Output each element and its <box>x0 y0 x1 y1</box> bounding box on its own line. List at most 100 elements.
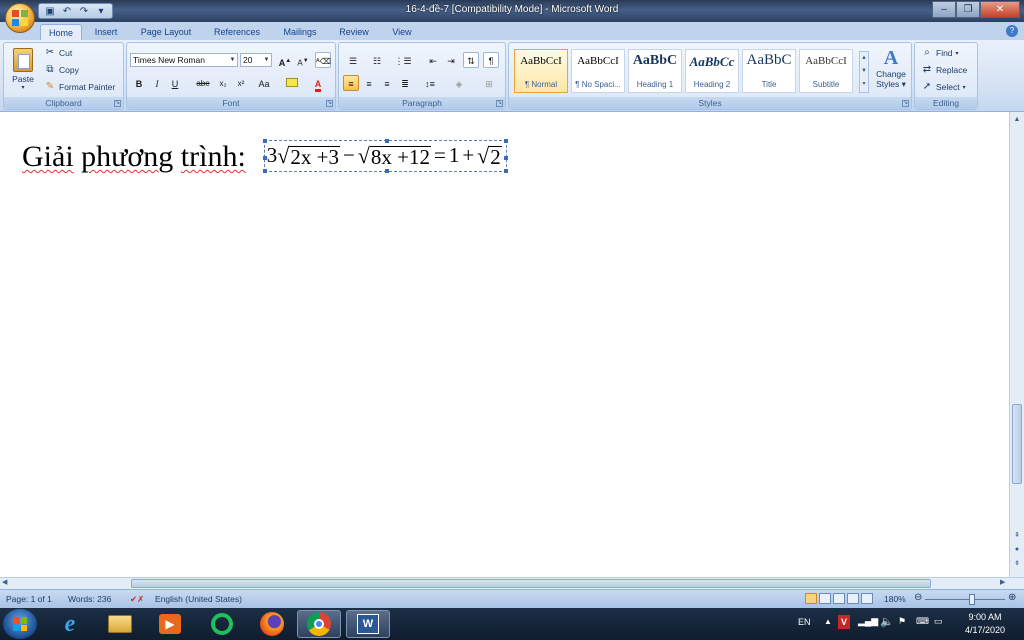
font-size-select[interactable]: 20 ▼ <box>240 53 272 67</box>
network-signal-icon[interactable]: ▂▄▆ <box>858 616 878 627</box>
clear-formatting-button[interactable]: ᴬ⌫ <box>315 52 331 68</box>
zoom-out-icon[interactable]: ⊖ <box>914 592 922 603</box>
style-subtitle[interactable]: AaBbCcI Subtitle <box>799 49 853 93</box>
outline-icon[interactable] <box>847 593 859 604</box>
styles-dialog-launcher[interactable]: ↘ <box>902 100 909 107</box>
shrink-font-button[interactable]: A▼ <box>295 52 311 68</box>
doc-word[interactable]: phương <box>81 140 173 174</box>
scroll-left-icon[interactable]: ◀ <box>2 578 7 586</box>
close-button[interactable]: ✕ <box>980 1 1020 18</box>
align-left-button[interactable]: ≡ <box>343 75 359 91</box>
doc-word[interactable]: trình: <box>181 140 246 174</box>
strikethrough-button[interactable]: abe <box>195 75 211 91</box>
align-center-button[interactable]: ≡ <box>361 75 377 91</box>
resize-handle[interactable] <box>385 138 390 143</box>
multilevel-list-button[interactable]: ⋮☰ <box>391 52 415 68</box>
word-icon[interactable]: W <box>346 610 390 638</box>
line-spacing-button[interactable]: ↕≡ <box>419 75 441 91</box>
horizontal-scroll-thumb[interactable] <box>131 579 931 588</box>
change-case-button[interactable]: Aa <box>253 75 275 91</box>
office-button[interactable] <box>5 3 35 33</box>
superscript-button[interactable]: x² <box>233 75 249 91</box>
cut-button[interactable]: ✂ Cut <box>44 47 72 59</box>
clock-time[interactable]: 9:00 AM <box>962 612 1008 622</box>
clipboard-dialog-launcher[interactable]: ↘ <box>114 100 121 107</box>
action-center-icon[interactable]: ⚑ <box>898 616 906 627</box>
start-button[interactable] <box>3 609 37 639</box>
draft-icon[interactable] <box>861 593 873 604</box>
font-color-button[interactable]: A <box>307 75 329 92</box>
tab-view[interactable]: View <box>384 24 420 40</box>
keyboard-icon[interactable]: ⌨ <box>916 616 929 627</box>
firefox-icon[interactable] <box>250 610 294 638</box>
styles-gallery-scroll[interactable]: ▲ ▼ ▾ <box>859 51 869 93</box>
volume-icon[interactable]: 🔈 <box>880 615 894 628</box>
word-count[interactable]: Words: 236 <box>68 594 111 604</box>
show-formatting-button[interactable]: ¶ <box>483 52 499 68</box>
replace-button[interactable]: ⇄ Replace <box>921 64 967 76</box>
full-screen-reading-icon[interactable] <box>819 593 831 604</box>
previous-page-icon[interactable]: ⇞ <box>1011 530 1023 542</box>
vertical-scrollbar[interactable]: ▲ ⇞ ● ⇟ <box>1009 112 1024 577</box>
justify-button[interactable]: ≣ <box>397 75 413 91</box>
find-button[interactable]: ⌕ Find ▾ <box>921 47 958 59</box>
align-right-button[interactable]: ≡ <box>379 75 395 91</box>
show-hidden-icons[interactable]: ▲ <box>824 617 832 626</box>
language-indicator[interactable]: English (United States) <box>155 594 242 604</box>
next-page-icon[interactable]: ⇟ <box>1011 558 1023 570</box>
sort-button[interactable]: ⇅ <box>463 52 479 68</box>
copy-button[interactable]: ⧉ Copy <box>44 64 78 76</box>
chrome-icon[interactable] <box>297 610 341 638</box>
horizontal-scrollbar[interactable]: ◀ ▶ <box>0 577 1024 589</box>
antivirus-icon[interactable]: V <box>838 615 850 629</box>
format-painter-button[interactable]: ✎ Format Painter <box>44 81 115 93</box>
document-paragraph[interactable]: Giải phương trình: 3 √ 2x +3 − √ 8x +12 = … <box>22 138 508 176</box>
zoom-level[interactable]: 180% <box>884 594 906 604</box>
grow-font-button[interactable]: A▲ <box>277 52 293 68</box>
style-normal[interactable]: AaBbCcI ¶ Normal <box>514 49 568 93</box>
internet-explorer-icon[interactable]: e <box>48 610 92 638</box>
file-explorer-icon[interactable] <box>98 610 142 638</box>
tab-review[interactable]: Review <box>334 24 374 40</box>
clock-date[interactable]: 4/17/2020 <box>962 625 1008 635</box>
resize-handle[interactable] <box>503 138 508 143</box>
document-area[interactable]: Giải phương trình: 3 √ 2x +3 − √ 8x +12 = … <box>0 112 1009 577</box>
doc-word[interactable]: Giải <box>22 140 74 174</box>
web-layout-icon[interactable] <box>833 593 845 604</box>
font-family-select[interactable]: Times New Roman ▼ <box>130 53 238 67</box>
font-dialog-launcher[interactable]: ↘ <box>326 100 333 107</box>
tab-insert[interactable]: Insert <box>86 24 126 40</box>
borders-button[interactable]: ⊞ <box>477 75 501 91</box>
select-button[interactable]: ➚ Select ▾ <box>921 81 966 93</box>
equation-object[interactable]: 3 √ 2x +3 − √ 8x +12 = 1 + √ 2 <box>262 138 508 173</box>
increase-indent-button[interactable]: ⇥ <box>443 52 459 68</box>
tab-mailings[interactable]: Mailings <box>276 24 324 40</box>
paste-button[interactable]: Paste ▾ <box>8 46 38 96</box>
zoom-slider-handle[interactable] <box>969 594 975 605</box>
page-count[interactable]: Page: 1 of 1 <box>6 594 52 604</box>
italic-button[interactable]: I <box>149 75 165 91</box>
language-bar[interactable]: EN <box>798 617 811 627</box>
zoom-in-icon[interactable]: ⊕ <box>1008 592 1016 603</box>
resize-handle[interactable] <box>503 168 508 173</box>
style-title[interactable]: AaBbC Title <box>742 49 796 93</box>
change-styles-button[interactable]: A Change Styles ▾ <box>873 47 909 97</box>
tab-home[interactable]: Home <box>40 24 82 40</box>
style-heading-1[interactable]: AaBbC Heading 1 <box>628 49 682 93</box>
opera-icon[interactable] <box>200 610 244 638</box>
bold-button[interactable]: B <box>131 75 147 91</box>
minimize-button[interactable]: – <box>932 1 956 18</box>
help-icon[interactable]: ? <box>1006 25 1018 37</box>
bullets-button[interactable]: ☰ <box>343 52 363 68</box>
media-player-icon[interactable]: ▶ <box>148 610 192 638</box>
resize-handle[interactable] <box>262 155 267 160</box>
resize-handle[interactable] <box>262 138 267 143</box>
style-no-spacing[interactable]: AaBbCcI ¶ No Spaci... <box>571 49 625 93</box>
scroll-right-icon[interactable]: ▶ <box>1000 578 1005 586</box>
style-heading-2[interactable]: AaBbCc Heading 2 <box>685 49 739 93</box>
print-layout-icon[interactable] <box>805 593 817 604</box>
highlight-button[interactable] <box>281 75 303 91</box>
proofing-icon[interactable]: ✔✗ <box>130 594 144 605</box>
shading-button[interactable]: ◈ <box>447 75 471 91</box>
decrease-indent-button[interactable]: ⇤ <box>425 52 441 68</box>
